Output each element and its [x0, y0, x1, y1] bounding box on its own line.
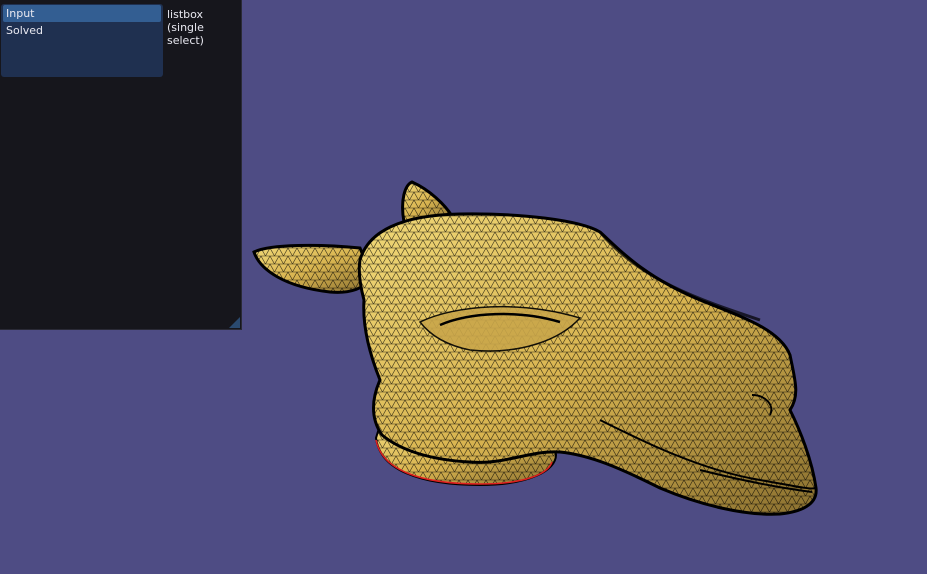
listbox-label: listbox (single select) — [167, 8, 241, 47]
listbox-item-input[interactable]: Input — [3, 5, 161, 22]
listbox-item-solved[interactable]: Solved — [3, 22, 161, 39]
mesh-ear-front — [252, 243, 374, 294]
listbox[interactable]: Input Solved — [1, 4, 163, 77]
gui-panel[interactable]: Input Solved listbox (single select) — [0, 0, 242, 330]
listbox-label-line1: listbox — [167, 8, 204, 21]
resize-grip-icon[interactable] — [229, 317, 240, 328]
listbox-label-line2: (single select) — [167, 21, 204, 47]
